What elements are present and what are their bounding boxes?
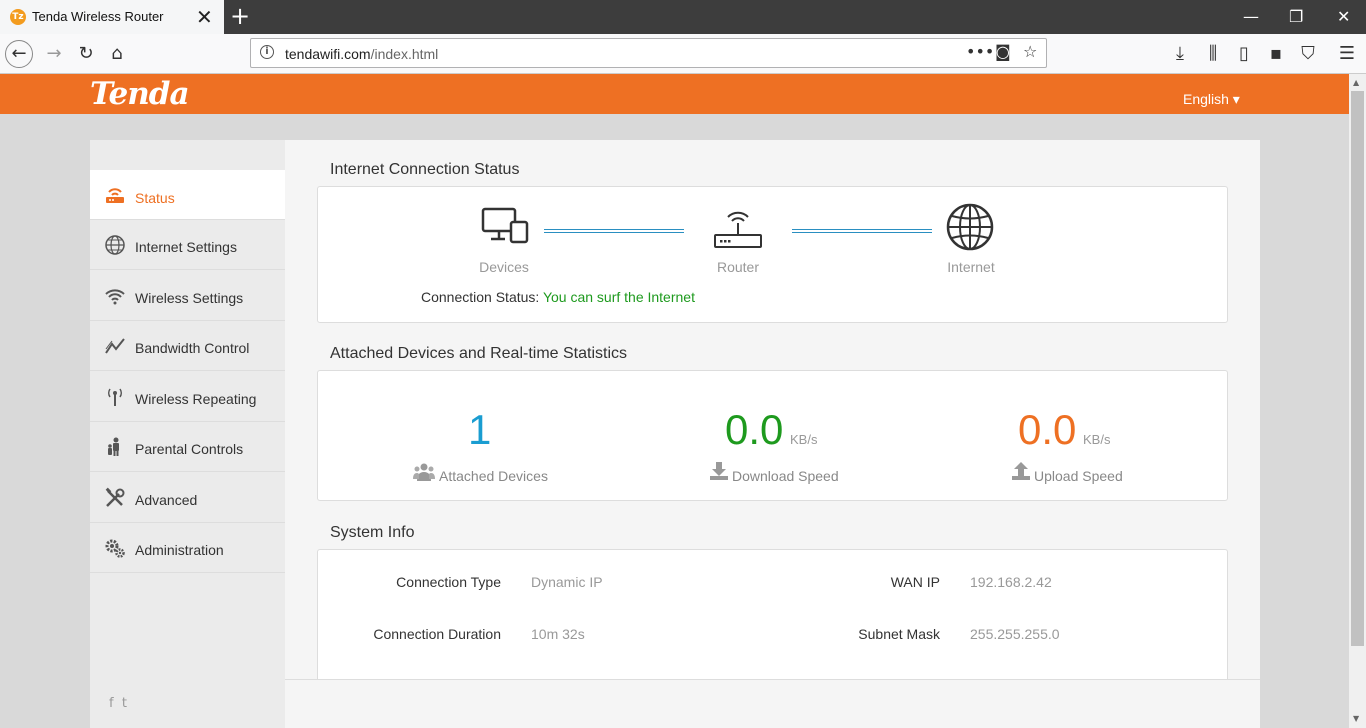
bookmark-star-icon[interactable]: ☆ bbox=[1023, 42, 1037, 61]
url-text[interactable]: tendawifi.com/index.html bbox=[285, 46, 438, 62]
connection-status-title: Internet Connection Status bbox=[330, 161, 520, 178]
sidebar-item-parental-controls[interactable]: Parental Controls bbox=[90, 422, 285, 472]
minimize-icon[interactable]: — bbox=[1243, 7, 1259, 26]
sidebar-toggle-icon[interactable]: ▯ bbox=[1230, 40, 1258, 68]
page-actions-icon[interactable]: ••• bbox=[966, 42, 994, 61]
scroll-down-icon[interactable]: ▼ bbox=[1353, 714, 1359, 723]
upload-speed-unit: KB/s bbox=[1083, 432, 1111, 447]
system-info-title: System Info bbox=[330, 524, 415, 541]
url-bar[interactable]: i tendawifi.com/index.html ••• ◙ ☆ bbox=[250, 38, 1047, 68]
close-window-icon[interactable]: ✕ bbox=[1337, 7, 1350, 26]
sidebar-item-bandwidth-control[interactable]: Bandwidth Control bbox=[90, 321, 285, 371]
reload-icon[interactable]: ↻ bbox=[72, 40, 100, 68]
menu-icon[interactable]: ☰ bbox=[1333, 40, 1361, 68]
sidebar-item-wireless-repeating[interactable]: Wireless Repeating bbox=[90, 372, 285, 422]
subnet-mask-value: 255.255.255.0 bbox=[970, 626, 1060, 642]
sidebar-label-status: Status bbox=[135, 190, 175, 206]
system-info-card bbox=[317, 549, 1228, 699]
shield-icon[interactable]: ⛉ bbox=[1294, 40, 1322, 68]
page-scrollbar[interactable]: ▲ ▼ bbox=[1349, 74, 1366, 728]
download-icon[interactable]: ⤓ bbox=[1166, 40, 1194, 68]
internet-label: Internet bbox=[947, 259, 995, 275]
new-tab-button[interactable]: + bbox=[230, 2, 250, 30]
sidebar-item-administration[interactable]: Administration bbox=[90, 523, 285, 573]
gears-icon bbox=[104, 537, 126, 559]
back-arrow-icon[interactable]: ← bbox=[5, 40, 33, 68]
language-select[interactable]: English ▾ bbox=[1183, 91, 1240, 108]
close-tab-icon[interactable]: ✕ bbox=[196, 5, 213, 29]
download-speed-value: 0.0 bbox=[725, 406, 784, 453]
wan-ip-key: WAN IP bbox=[890, 574, 940, 590]
sidebar-label-wireless-settings: Wireless Settings bbox=[135, 290, 244, 306]
scrollbar-thumb[interactable] bbox=[1351, 91, 1364, 646]
antenna-icon bbox=[104, 386, 126, 408]
social-links: f t bbox=[109, 696, 127, 711]
scroll-up-icon[interactable]: ▲ bbox=[1353, 78, 1359, 87]
download-speed-unit: KB/s bbox=[790, 432, 818, 447]
sidebar-item-advanced[interactable]: Advanced bbox=[90, 473, 285, 523]
bottom-action-bar bbox=[285, 679, 1260, 728]
connection-type-value: Dynamic IP bbox=[531, 574, 603, 590]
restore-icon[interactable]: ❐ bbox=[1289, 7, 1303, 26]
connection-duration-key: Connection Duration bbox=[373, 626, 501, 642]
browser-tab-bar: Tz Tenda Wireless Router ✕ + — ❐ ✕ bbox=[0, 0, 1366, 34]
attached-devices-count[interactable]: 1 bbox=[468, 406, 491, 454]
router-icon bbox=[713, 205, 763, 252]
statistics-title: Attached Devices and Real-time Statistic… bbox=[330, 345, 628, 362]
wifi-icon bbox=[104, 285, 126, 307]
users-icon bbox=[413, 461, 435, 486]
sidebar-label-wireless-repeating: Wireless Repeating bbox=[135, 391, 257, 407]
family-icon bbox=[104, 436, 126, 458]
upload-speed-value: 0.0 bbox=[1018, 406, 1077, 453]
extension-icon[interactable]: ▪ bbox=[1262, 40, 1290, 68]
devices-router-link bbox=[544, 229, 684, 233]
sidebar: Status Internet Settings Wireless Settin… bbox=[90, 140, 285, 728]
sidebar-item-internet-settings[interactable]: Internet Settings bbox=[90, 220, 285, 270]
sidebar-label-advanced: Advanced bbox=[135, 492, 198, 508]
browser-tab[interactable]: Tz Tenda Wireless Router ✕ bbox=[0, 0, 224, 34]
chart-line-icon bbox=[104, 335, 126, 357]
twitter-icon[interactable]: t bbox=[122, 696, 127, 711]
download-icon bbox=[709, 461, 729, 484]
tab-title: Tenda Wireless Router bbox=[32, 9, 164, 24]
site-info-icon[interactable]: i bbox=[260, 45, 274, 59]
internet-globe-icon bbox=[946, 203, 994, 254]
browser-nav-bar: ← → ↻ ⌂ i tendawifi.com/index.html ••• ◙… bbox=[0, 34, 1366, 74]
library-icon[interactable]: ⫼ bbox=[1199, 40, 1227, 68]
upload-icon bbox=[1011, 461, 1031, 484]
connection-status-line: Connection Status: You can surf the Inte… bbox=[421, 289, 695, 305]
tools-icon bbox=[104, 487, 126, 509]
subnet-mask-key: Subnet Mask bbox=[858, 626, 940, 642]
router-label: Router bbox=[716, 259, 760, 275]
sidebar-item-wireless-settings[interactable]: Wireless Settings bbox=[90, 271, 285, 321]
home-icon[interactable]: ⌂ bbox=[103, 40, 131, 68]
connection-type-key: Connection Type bbox=[396, 574, 501, 590]
sidebar-label-administration: Administration bbox=[135, 542, 224, 558]
devices-icon bbox=[481, 206, 529, 249]
devices-label: Devices bbox=[479, 259, 529, 275]
sidebar-label-internet-settings: Internet Settings bbox=[135, 239, 237, 255]
attached-devices-label[interactable]: Attached Devices bbox=[439, 468, 548, 484]
forward-arrow-icon[interactable]: → bbox=[40, 40, 68, 68]
connection-status-key: Connection Status: bbox=[421, 289, 540, 305]
upload-speed-label: Upload Speed bbox=[1034, 468, 1123, 484]
globe-icon bbox=[104, 234, 126, 256]
wan-ip-value: 192.168.2.42 bbox=[970, 574, 1052, 590]
download-speed-label: Download Speed bbox=[732, 468, 839, 484]
router-icon bbox=[104, 184, 126, 206]
tenda-logo: Tenda bbox=[90, 76, 190, 112]
tenda-favicon-icon: Tz bbox=[10, 9, 26, 25]
facebook-icon[interactable]: f bbox=[109, 696, 114, 711]
sidebar-label-parental-controls: Parental Controls bbox=[135, 441, 244, 457]
sidebar-label-bandwidth-control: Bandwidth Control bbox=[135, 340, 250, 356]
pocket-icon[interactable]: ◙ bbox=[995, 42, 1011, 61]
connection-status-value: You can surf the Internet bbox=[542, 289, 695, 305]
sidebar-item-status[interactable]: Status bbox=[90, 170, 285, 220]
page-header: Tenda English ▾ bbox=[0, 74, 1349, 114]
router-internet-link bbox=[792, 229, 932, 233]
connection-duration-value: 10m 32s bbox=[531, 626, 585, 642]
